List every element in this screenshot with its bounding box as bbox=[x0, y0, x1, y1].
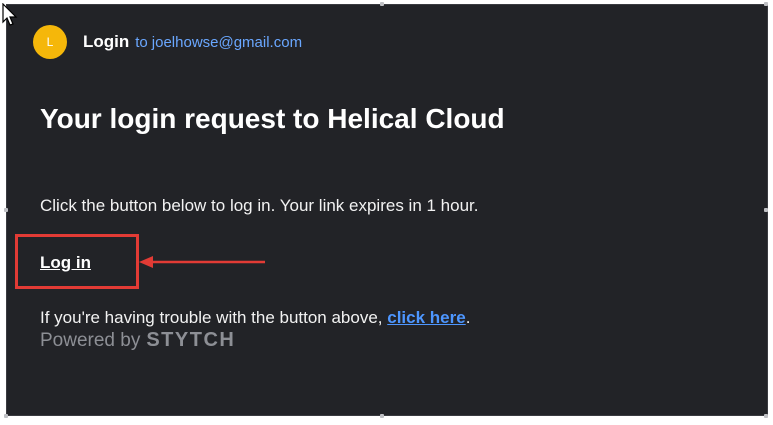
resize-handle-bottom-left[interactable] bbox=[4, 414, 8, 418]
arrow-left-icon bbox=[139, 256, 265, 268]
email-instructions: Click the button below to log in. Your l… bbox=[40, 196, 479, 215]
resize-handle-bottom-right[interactable] bbox=[764, 414, 768, 418]
email-header: L Login to joelhowse@gmail.com bbox=[33, 25, 302, 59]
trouble-text: If you're having trouble with the button… bbox=[40, 308, 470, 328]
email-panel: L Login to joelhowse@gmail.com Your logi… bbox=[6, 4, 768, 416]
stytch-logo: STYTCH bbox=[146, 329, 236, 351]
avatar-initial: L bbox=[46, 35, 54, 49]
click-here-link[interactable]: click here bbox=[387, 308, 465, 327]
resize-handle-right[interactable] bbox=[764, 208, 768, 212]
powered-by-label: Powered by bbox=[40, 330, 141, 351]
recipient-prefix: to bbox=[135, 33, 148, 51]
sender-name: Login bbox=[83, 32, 130, 51]
screenshot-frame: L Login to joelhowse@gmail.com Your logi… bbox=[0, 0, 773, 425]
powered-by: Powered by STYTCH bbox=[40, 329, 235, 352]
mouse-pointer-icon bbox=[2, 3, 18, 26]
resize-handle-bottom[interactable] bbox=[380, 414, 384, 418]
email-headline: Your login request to Helical Cloud bbox=[40, 103, 505, 134]
resize-handle-left[interactable] bbox=[4, 208, 8, 212]
sender-avatar: L bbox=[33, 25, 67, 59]
resize-handle-top-right[interactable] bbox=[764, 2, 768, 6]
trouble-prefix: If you're having trouble with the button… bbox=[40, 308, 388, 327]
trouble-suffix: . bbox=[465, 308, 471, 327]
annotation-highlight-box bbox=[15, 234, 139, 289]
recipient-email[interactable]: joelhowse@gmail.com bbox=[152, 34, 302, 51]
resize-handle-top[interactable] bbox=[380, 2, 384, 6]
